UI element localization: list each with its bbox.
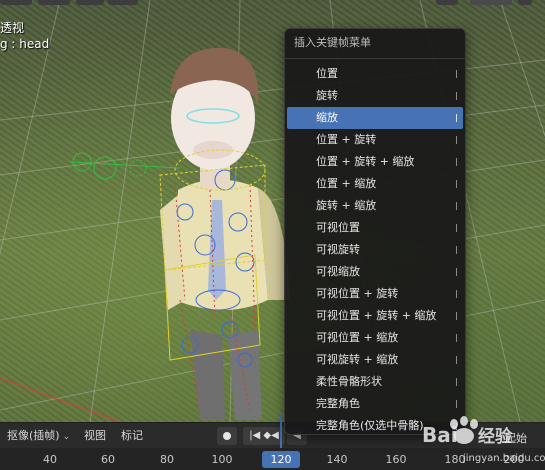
ruler-tick: 40 bbox=[43, 453, 57, 466]
menu-item-location-rotation-scale[interactable]: 位置 + 旋转 + 缩放 bbox=[287, 151, 463, 173]
jump-to-start-button[interactable]: |◀ ◆◀ bbox=[243, 427, 285, 445]
separator-mark bbox=[456, 136, 457, 144]
keying-mode-select[interactable]: 抠像(插帧) ⌄ bbox=[4, 427, 73, 445]
menu-item-rotation-scale[interactable]: 旋转 + 缩放 bbox=[287, 195, 463, 217]
separator-mark bbox=[456, 92, 457, 100]
ruler-tick: 60 bbox=[101, 453, 115, 466]
menu-item-label: 可视缩放 bbox=[316, 265, 360, 278]
separator-mark bbox=[456, 268, 457, 276]
menu-item-label: 位置 + 缩放 bbox=[316, 177, 377, 190]
menu-item-label: 完整角色(仅选中骨骼) bbox=[316, 419, 424, 432]
menu-item-scale[interactable]: 缩放 bbox=[287, 107, 463, 129]
ruler-tick: 160 bbox=[385, 453, 407, 466]
menu-item-visual-location[interactable]: 可视位置 bbox=[287, 217, 463, 239]
header-stub-5 bbox=[436, 0, 458, 5]
menu-item-label: 可视旋转 bbox=[316, 243, 360, 256]
menu-item-label: 缩放 bbox=[316, 111, 338, 124]
menu-title: 插入关键帧菜单 bbox=[285, 29, 465, 59]
svg-text:Bai: Bai bbox=[422, 423, 458, 447]
marker-menu[interactable]: 标记 bbox=[121, 427, 143, 445]
menu-item-label: 可视位置 + 旋转 bbox=[316, 287, 399, 300]
menu-item-visual-rotation[interactable]: 可视旋转 bbox=[287, 239, 463, 261]
separator-mark bbox=[456, 158, 457, 166]
menu-item-label: 可视旋转 + 缩放 bbox=[316, 353, 399, 366]
menu-item-location-scale[interactable]: 位置 + 缩放 bbox=[287, 173, 463, 195]
playhead-line[interactable] bbox=[280, 413, 282, 448]
current-frame-indicator[interactable]: 120 bbox=[262, 451, 300, 468]
menu-item-location[interactable]: 位置 bbox=[287, 63, 463, 85]
menu-item-label: 位置 bbox=[316, 67, 338, 80]
menu-item-visual-location-rotation-scale[interactable]: 可视位置 + 旋转 + 缩放 bbox=[287, 305, 463, 327]
separator-mark bbox=[456, 334, 457, 342]
svg-text:经验: 经验 bbox=[478, 426, 513, 447]
viewport-mode-label: 透视 bbox=[0, 21, 25, 35]
menu-item-label: 完整角色 bbox=[316, 397, 360, 410]
separator-mark bbox=[456, 312, 457, 320]
separator-mark bbox=[456, 202, 457, 210]
menu-item-visual-location-rotation[interactable]: 可视位置 + 旋转 bbox=[287, 283, 463, 305]
menu-item-location-rotation[interactable]: 位置 + 旋转 bbox=[287, 129, 463, 151]
menu-item-label: 位置 + 旋转 + 缩放 bbox=[316, 155, 415, 168]
insert-keyframe-menu: 插入关键帧菜单 位置 旋转 缩放 位置 + 旋转 位置 + 旋转 + 缩放 位置… bbox=[284, 28, 466, 435]
menu-item-bbone-shape[interactable]: 柔性骨骼形状 bbox=[287, 371, 463, 393]
menu-item-label: 可视位置 + 缩放 bbox=[316, 331, 399, 344]
menu-item-visual-rotation-scale[interactable]: 可视旋转 + 缩放 bbox=[287, 349, 463, 371]
header-stub-7 bbox=[518, 0, 532, 5]
ruler-tick: 140 bbox=[326, 453, 348, 466]
separator-mark bbox=[456, 246, 457, 254]
header-stub-2 bbox=[38, 0, 70, 5]
jump-start-icon: |◀ ◆◀ bbox=[249, 430, 279, 441]
header-stub-left bbox=[0, 0, 32, 5]
header-stub-4 bbox=[108, 0, 138, 5]
header-stub-6 bbox=[470, 0, 512, 5]
separator-mark bbox=[456, 180, 457, 188]
record-icon bbox=[223, 432, 231, 440]
menu-item-label: 旋转 bbox=[316, 89, 338, 102]
menu-item-label: 位置 + 旋转 bbox=[316, 133, 377, 146]
view-menu[interactable]: 视图 bbox=[84, 427, 106, 445]
chevron-down-icon: ⌄ bbox=[62, 432, 71, 442]
menu-item-label: 旋转 + 缩放 bbox=[316, 199, 377, 212]
separator-mark bbox=[456, 290, 457, 298]
header-stub-3 bbox=[76, 0, 104, 5]
separator-mark bbox=[456, 114, 457, 122]
record-button[interactable] bbox=[217, 427, 237, 445]
menu-item-label: 柔性骨骼形状 bbox=[316, 375, 382, 388]
separator-mark bbox=[456, 356, 457, 364]
menu-item-visual-location-scale[interactable]: 可视位置 + 缩放 bbox=[287, 327, 463, 349]
ruler-tick: 80 bbox=[160, 453, 174, 466]
menu-list: 位置 旋转 缩放 位置 + 旋转 位置 + 旋转 + 缩放 位置 + 缩放 旋转… bbox=[285, 59, 465, 434]
separator-mark bbox=[456, 224, 457, 232]
keying-mode-label: 抠像(插帧) bbox=[7, 429, 60, 442]
separator-mark bbox=[456, 70, 457, 78]
menu-item-label: 可视位置 + 旋转 + 缩放 bbox=[316, 309, 437, 322]
menu-item-rotation[interactable]: 旋转 bbox=[287, 85, 463, 107]
watermark-url: jingyan.baidu.com bbox=[463, 453, 545, 464]
menu-item-visual-scale[interactable]: 可视缩放 bbox=[287, 261, 463, 283]
separator-mark bbox=[456, 400, 457, 408]
viewport-object-label: g : head bbox=[0, 37, 50, 51]
separator-mark bbox=[456, 378, 457, 386]
menu-item-label: 可视位置 bbox=[316, 221, 360, 234]
ruler-tick: 100 bbox=[211, 453, 233, 466]
